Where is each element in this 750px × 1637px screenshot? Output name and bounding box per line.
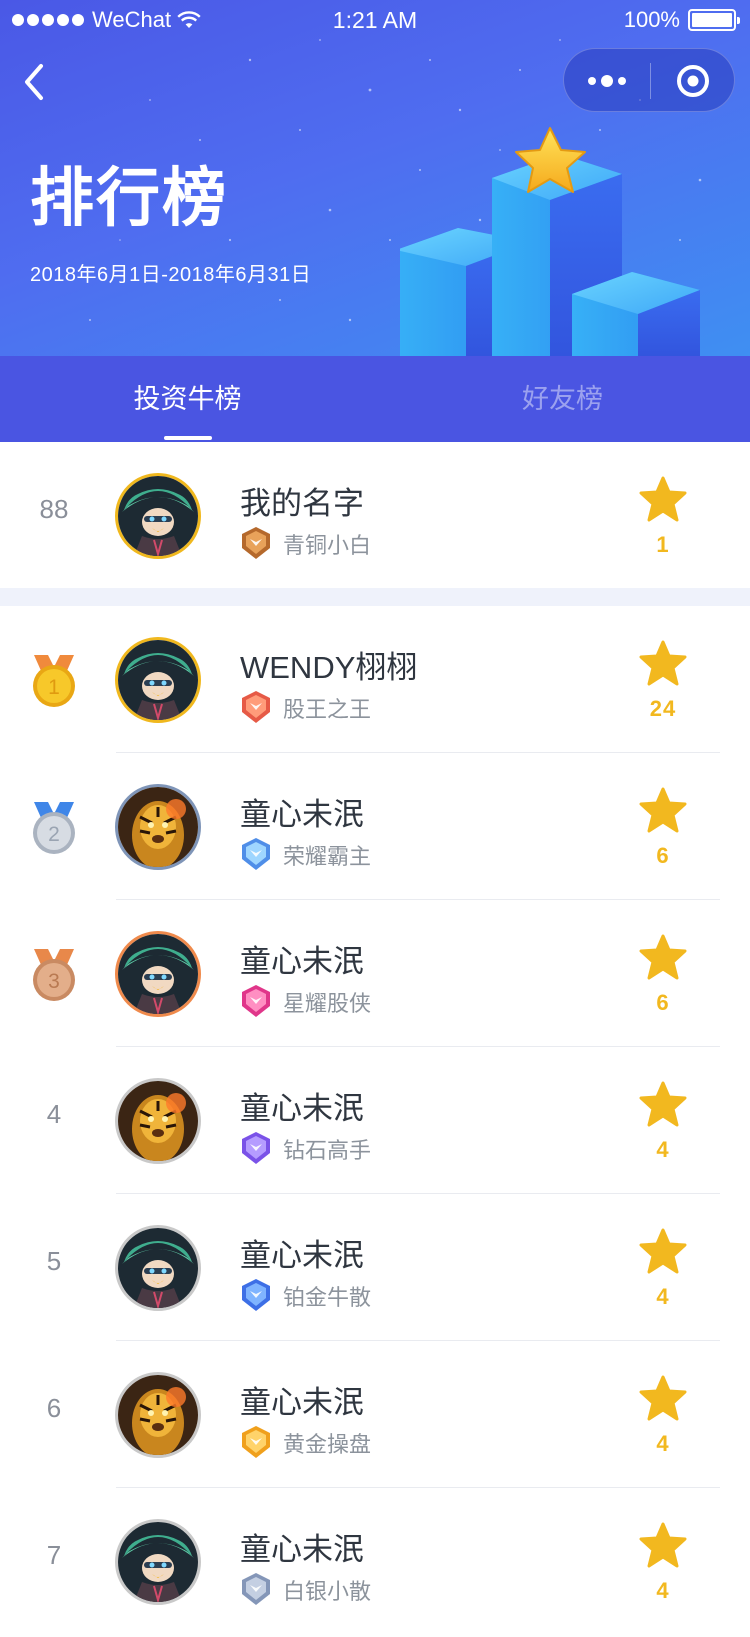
star-count: 1 [656,532,670,557]
user-name[interactable]: 童心未泯 [240,1083,364,1128]
user-avatar[interactable] [115,1078,201,1164]
svg-text:1: 1 [48,676,60,699]
rank-title: 铂金牛散 [283,1285,372,1310]
ranking-row[interactable]: 6 童心未泯 黄金操盘 4 [0,1341,750,1488]
star-icon [639,787,687,833]
ranking-header: WeChat 1:21 AM 100% 排行榜 2018年6月1日-2018年6… [0,0,750,356]
svg-text:2: 2 [48,823,60,846]
user-name[interactable]: 童心未泯 [240,936,364,981]
tab-investment-ranking[interactable]: 投资牛榜 [0,356,375,442]
star-count: 4 [656,1578,670,1603]
star-count: 6 [656,843,670,868]
ranking-row[interactable]: 5 童心未泯 铂金牛散 4 [0,1194,750,1341]
user-avatar[interactable] [115,637,201,723]
star-icon [639,1375,687,1421]
user-name[interactable]: 童心未泯 [240,1524,364,1569]
rank-number: 6 [46,1393,62,1423]
green-hair-avatar-image [118,476,198,556]
star-count: 4 [656,1284,670,1309]
active-tab-indicator [164,436,212,440]
star-icon [639,1228,687,1274]
rank-title: 荣耀霸主 [283,844,372,869]
battery-icon [688,9,740,31]
section-gap [0,588,750,606]
chevron-left-icon [25,64,43,100]
star-icon [639,934,687,980]
rank-number: 4 [46,1099,62,1129]
tab-friends-ranking[interactable]: 好友榜 [375,356,750,442]
green-hair-avatar-image [118,640,198,720]
tiger-avatar-image [118,1375,198,1455]
platinum-rank-badge [242,1279,270,1311]
silver-rank-badge [242,1573,270,1605]
gold-rank-badge [242,1426,270,1458]
bronze-medal-icon: 3 [33,949,75,1001]
king-rank-badge [242,691,270,723]
rank-number: 7 [46,1540,62,1570]
rank-title: 黄金操盘 [283,1432,372,1457]
star-icon [639,1081,687,1127]
ranking-row[interactable]: 1 WENDY栩栩 股王之王 24 [0,606,750,753]
ranking-list: 1 WENDY栩栩 股王之王 24 2 童心未泯 荣耀霸主 6 3 童心未泯 星… [0,606,750,1635]
target-close-icon [677,65,709,97]
my-rank-row[interactable]: 88 我的名字 青铜小白 1 [0,442,750,589]
green-hair-avatar-image [118,1522,198,1602]
user-name[interactable]: WENDY栩栩 [240,642,417,687]
status-bar: WeChat 1:21 AM 100% [0,0,750,40]
tiger-avatar-image [118,787,198,867]
green-hair-avatar-image [118,934,198,1014]
user-avatar[interactable] [115,784,201,870]
ranking-row[interactable]: 4 童心未泯 钻石高手 4 [0,1047,750,1194]
star-icon [639,476,687,522]
user-name[interactable]: 我的名字 [240,478,364,523]
ranking-row[interactable]: 2 童心未泯 荣耀霸主 6 [0,753,750,900]
date-range: 2018年6月1日-2018年6月31日 [30,264,312,286]
star-icon [639,640,687,686]
ranking-row[interactable]: 3 童心未泯 星耀股侠 6 [0,900,750,1047]
rank-number: 88 [39,494,69,524]
tab-bar: 投资牛榜 好友榜 [0,356,750,442]
close-miniprogram-button[interactable] [650,49,736,113]
user-name[interactable]: 童心未泯 [240,1377,364,1422]
user-avatar[interactable] [115,931,201,1017]
user-name[interactable]: 童心未泯 [240,789,364,834]
rank-number: 5 [46,1246,62,1276]
ranking-row[interactable]: 7 童心未泯 白银小散 4 [0,1488,750,1635]
star-icon [639,1522,687,1568]
star-count: 6 [656,990,670,1015]
rank-title: 青铜小白 [283,533,372,558]
gold-medal-icon: 1 [33,655,75,707]
rank-title: 白银小散 [283,1579,372,1604]
rank-title: 星耀股侠 [283,991,372,1016]
glory-rank-badge [242,838,270,870]
star-count: 24 [649,696,677,721]
user-avatar[interactable] [115,1372,201,1458]
podium-illustration [400,127,700,356]
silver-medal-icon: 2 [33,802,75,854]
rank-title: 钻石高手 [283,1138,372,1163]
star-rank-badge [242,985,270,1017]
battery-percent: 100% [623,7,680,32]
user-avatar[interactable] [115,473,201,559]
user-name[interactable]: 童心未泯 [240,1230,364,1275]
diamond-rank-badge [242,1132,270,1164]
star-count: 4 [656,1137,670,1162]
star-count: 4 [656,1431,670,1456]
miniprogram-capsule [563,48,735,112]
back-button[interactable] [14,60,54,104]
status-right: 100% [623,7,740,33]
svg-text:3: 3 [48,970,60,993]
page-title: 排行榜 [30,162,228,234]
bronze-rank-badge [242,527,270,559]
user-avatar[interactable] [115,1225,201,1311]
rank-title: 股王之王 [283,697,372,722]
more-options-button[interactable] [564,49,650,113]
user-avatar[interactable] [115,1519,201,1605]
green-hair-avatar-image [118,1228,198,1308]
tiger-avatar-image [118,1081,198,1161]
